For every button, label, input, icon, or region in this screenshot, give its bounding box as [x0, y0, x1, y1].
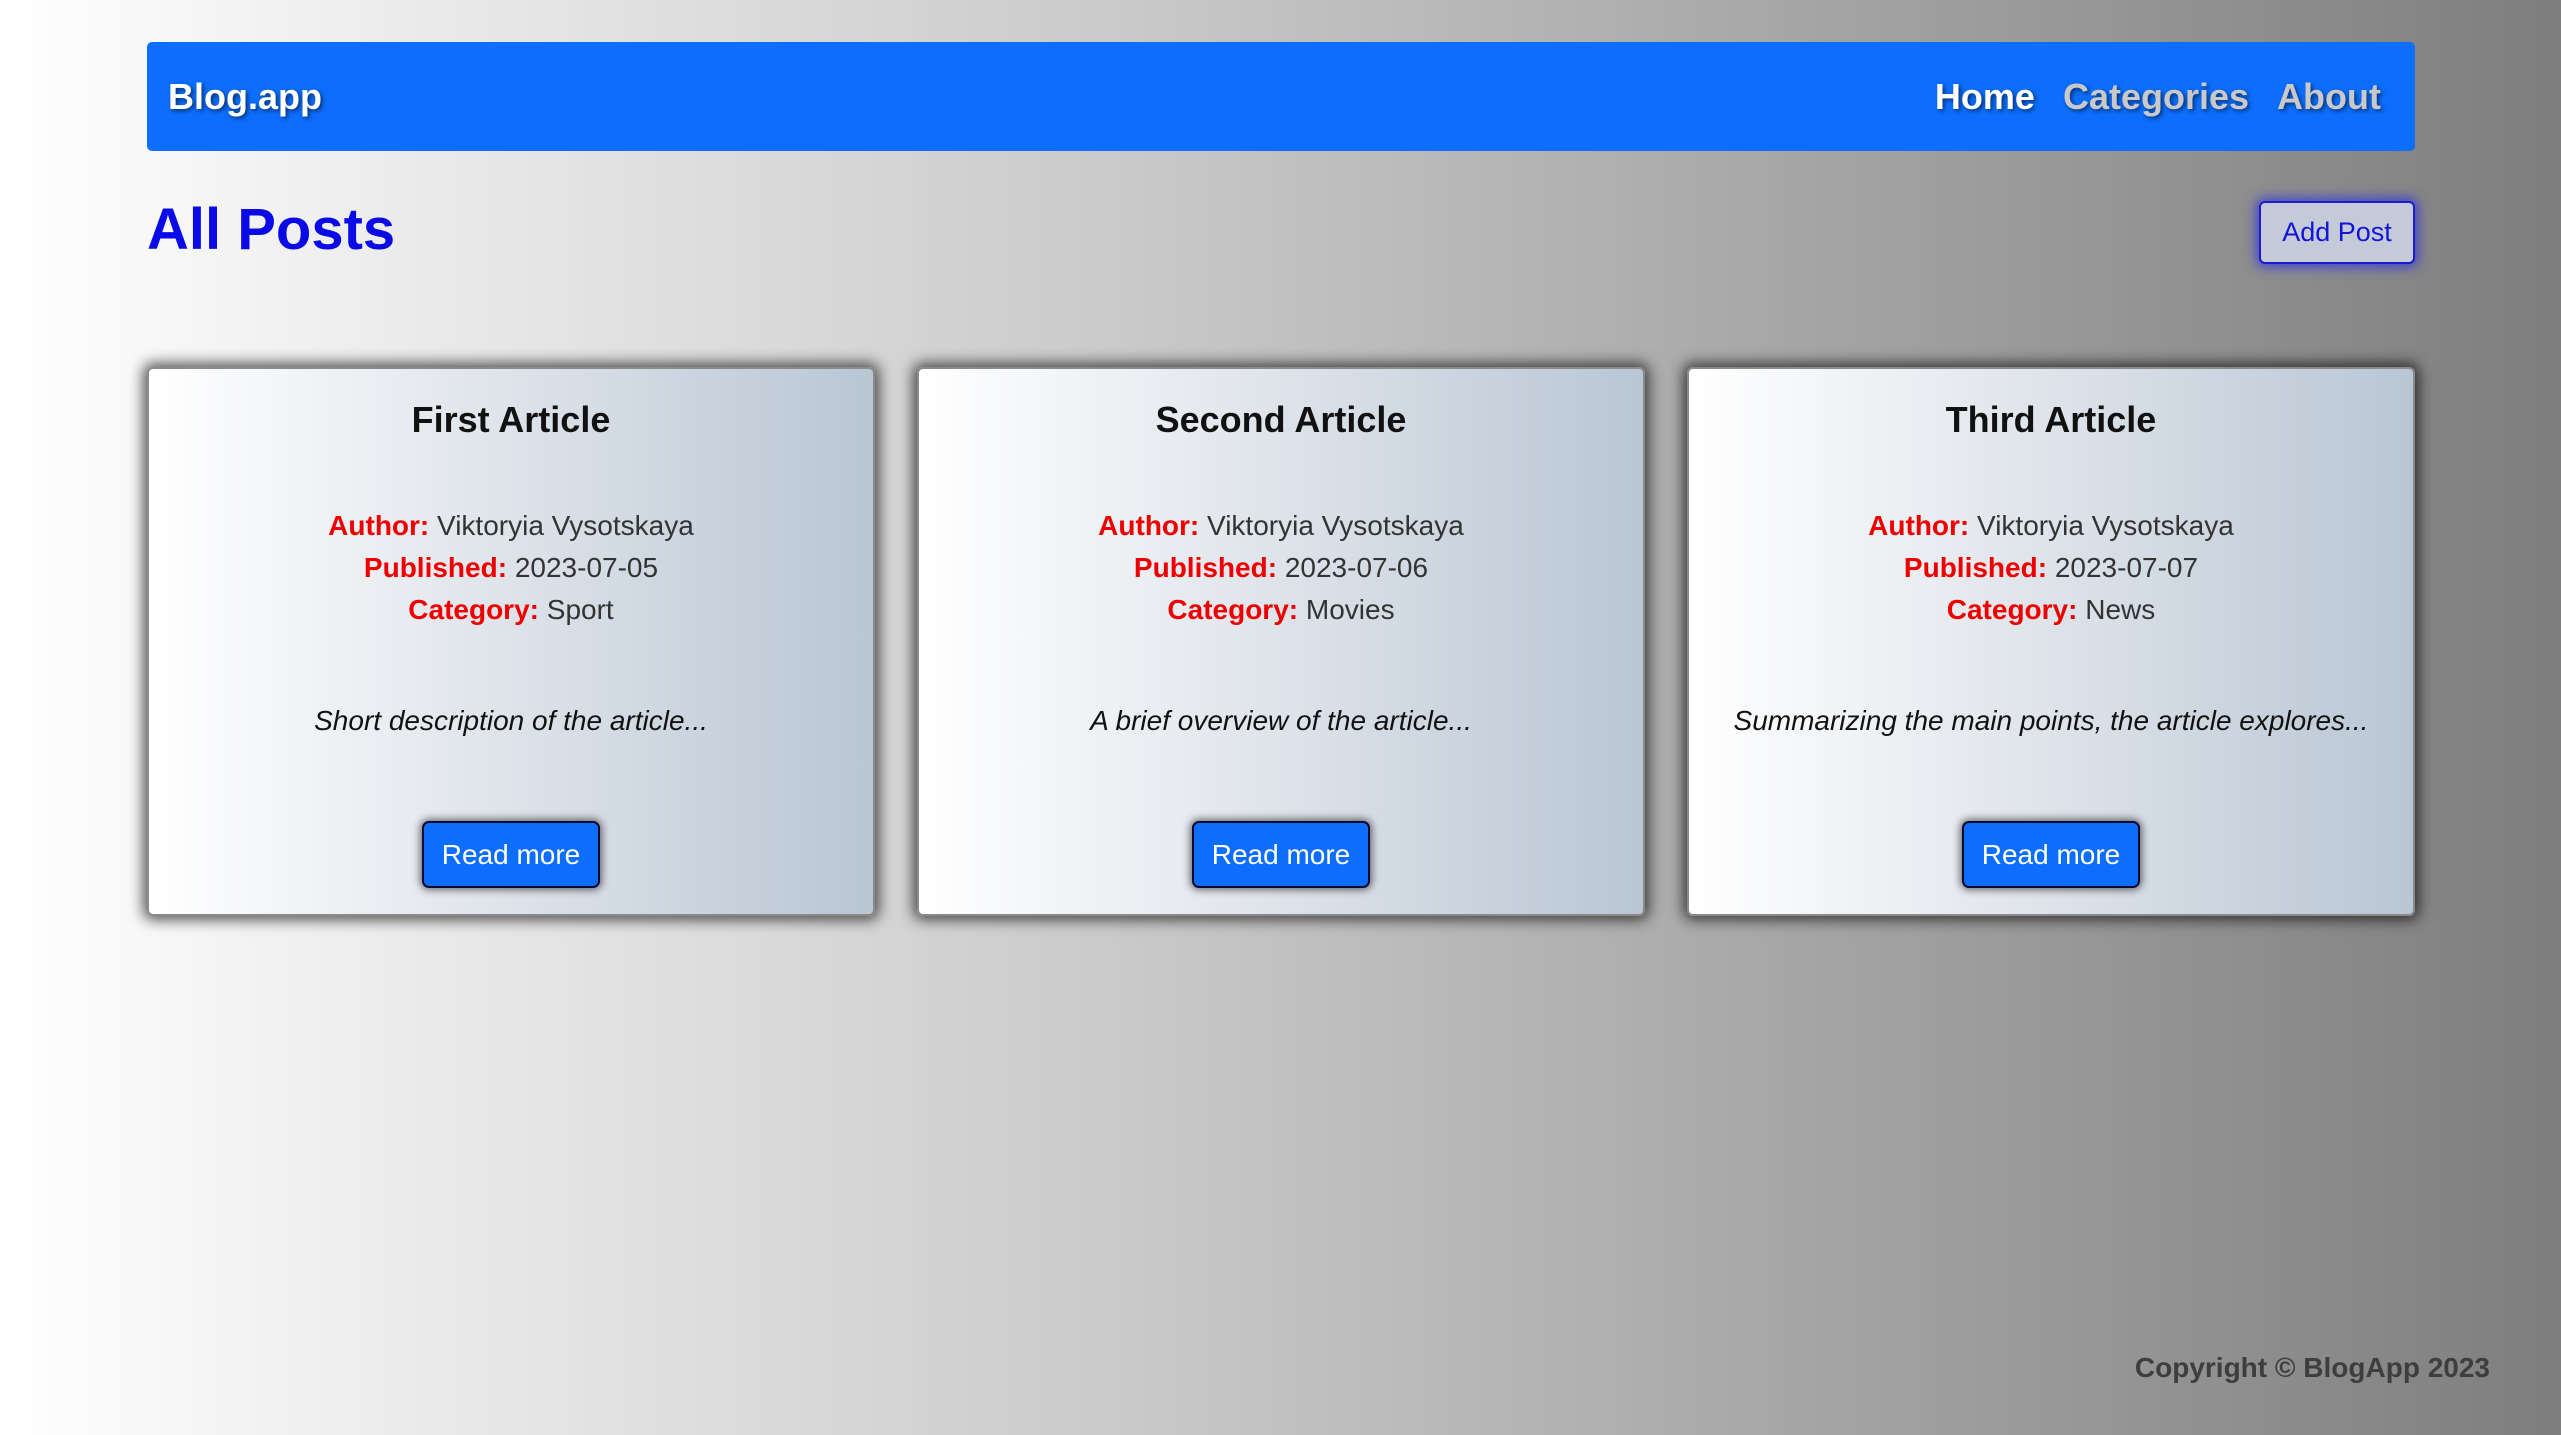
post-title: Second Article — [1155, 399, 1407, 440]
author-value: Viktoryia Vysotskaya — [437, 510, 694, 541]
post-meta: Author: Viktoryia Vysotskaya Published: … — [1689, 505, 2413, 631]
post-author: Author: Viktoryia Vysotskaya — [919, 505, 1643, 547]
published-label: Published: — [1903, 552, 2048, 583]
footer-copyright: Copyright © BlogApp 2023 — [2134, 1352, 2490, 1383]
post-description: Summarizing the main points, the article… — [1733, 705, 2369, 736]
post-title: Third Article — [1945, 399, 2157, 440]
nav-links: Home Categories About — [1935, 76, 2381, 118]
post-description: A brief overview of the article... — [1090, 705, 1472, 736]
author-value: Viktoryia Vysotskaya — [1977, 510, 2234, 541]
post-author: Author: Viktoryia Vysotskaya — [149, 505, 873, 547]
read-more-button[interactable]: Read more — [422, 821, 600, 888]
page-title: All Posts — [147, 197, 396, 262]
published-value: 2023-07-07 — [2054, 552, 2199, 583]
published-label: Published: — [363, 552, 508, 583]
category-label: Category: — [1167, 594, 1299, 625]
category-label: Category: — [408, 594, 539, 625]
read-more-button[interactable]: Read more — [1962, 821, 2140, 888]
post-category: Category: News — [1689, 589, 2413, 631]
post-card-first: First Article Author: Viktoryia Vysotska… — [147, 367, 875, 916]
category-value: Sport — [546, 594, 614, 625]
published-value: 2023-07-05 — [514, 552, 659, 583]
published-label: Published: — [1133, 552, 1278, 583]
post-published: Published: 2023-07-06 — [919, 547, 1643, 589]
post-list: First Article Author: Viktoryia Vysotska… — [147, 367, 2415, 916]
author-label: Author: — [1098, 510, 1200, 541]
category-label: Category: — [1946, 594, 2078, 625]
post-published: Published: 2023-07-05 — [149, 547, 873, 589]
brand-logo[interactable]: Blog.app — [168, 76, 322, 118]
post-published: Published: 2023-07-07 — [1689, 547, 2413, 589]
nav-link-categories[interactable]: Categories — [2063, 76, 2249, 118]
post-title: First Article — [411, 399, 611, 440]
post-meta: Author: Viktoryia Vysotskaya Published: … — [149, 505, 873, 631]
published-value: 2023-07-06 — [1284, 552, 1429, 583]
post-description: Short description of the article... — [314, 705, 708, 736]
read-more-button[interactable]: Read more — [1192, 821, 1370, 888]
post-card-second: Second Article Author: Viktoryia Vysotsk… — [917, 367, 1645, 916]
author-label: Author: — [1868, 510, 1970, 541]
nav-link-about[interactable]: About — [2277, 76, 2381, 118]
author-value: Viktoryia Vysotskaya — [1207, 510, 1464, 541]
post-category: Category: Movies — [919, 589, 1643, 631]
author-label: Author: — [328, 510, 430, 541]
category-value: News — [2085, 594, 2156, 625]
post-card-third: Third Article Author: Viktoryia Vysotska… — [1687, 367, 2415, 916]
post-meta: Author: Viktoryia Vysotskaya Published: … — [919, 505, 1643, 631]
add-post-button[interactable]: Add Post — [2259, 201, 2415, 264]
category-value: Movies — [1305, 594, 1395, 625]
nav-link-home[interactable]: Home — [1935, 76, 2035, 118]
post-category: Category: Sport — [149, 589, 873, 631]
navbar: Blog.app Home Categories About — [147, 42, 2415, 151]
post-author: Author: Viktoryia Vysotskaya — [1689, 505, 2413, 547]
